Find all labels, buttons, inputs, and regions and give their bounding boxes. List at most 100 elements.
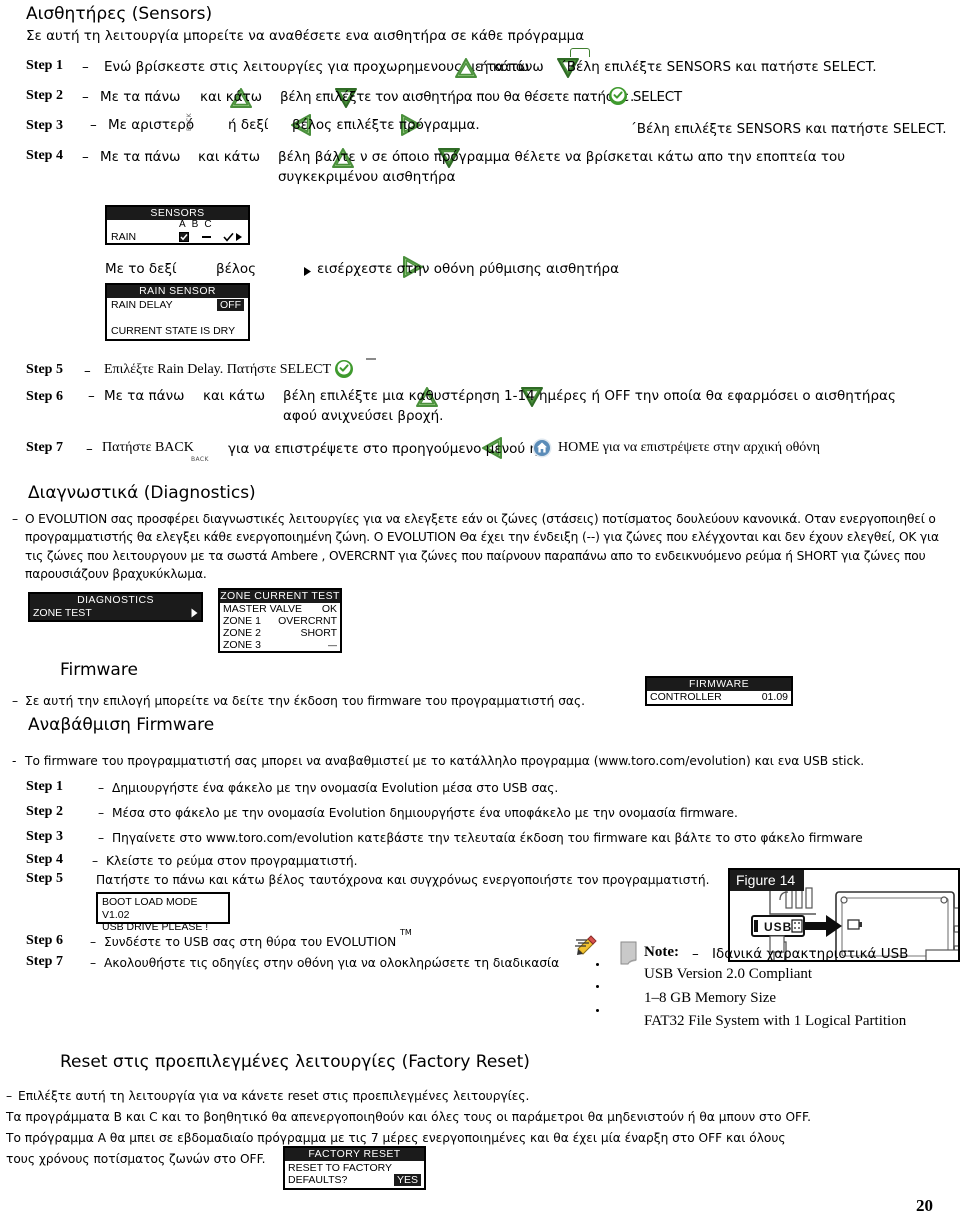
step-5-label: Step 5 <box>26 362 63 377</box>
diagnostics-heading: Διαγνωστικά (Diagnostics) <box>28 483 256 503</box>
diagnostics-dash: – <box>12 512 19 526</box>
upgrade-step-3-text: Πηγαίνετε στο www.toro.com/evolution κατ… <box>112 831 863 845</box>
lcd-firmware-value: 01.09 <box>761 691 788 703</box>
note-title: Ιδανικά χαρακτηριστικά USB <box>712 946 909 962</box>
lcd-boot-load-line1: BOOT LOAD MODE V1.02 <box>102 896 198 921</box>
step-1-text-c: ´Βέλη επιλέξτε SENSORS και πατήστε SELEC… <box>560 59 877 75</box>
bullet-dot <box>596 1009 599 1012</box>
step-7-text-b: για να επιστρέψετε στο προηγούμενο μενού… <box>228 441 539 457</box>
bracket-decoration <box>570 48 590 57</box>
checkbox-checked-icon[interactable] <box>179 232 189 245</box>
right-arrow-icon[interactable] <box>191 608 198 622</box>
note-item: USB Version 2.0 Compliant <box>644 966 813 982</box>
lcd-sensors-row-label: RAIN <box>111 231 137 243</box>
factory-reset-heading: Reset στις προεπιλεγμένες λειτουργίες (F… <box>60 1052 530 1072</box>
lcd-factory-reset: FACTORY RESET RESET TO FACTORY DEFAULTS?… <box>283 1146 426 1190</box>
upgrade-step-6-dash: – <box>90 935 97 949</box>
step-3-dash: – <box>90 117 97 133</box>
lcd-diagnostics-row-zone-test[interactable]: ZONE TEST <box>30 607 201 620</box>
firmware-heading: Firmware <box>60 660 138 680</box>
up-arrow-icon[interactable] <box>455 58 477 78</box>
note-item: FAT32 File System with 1 Logical Partiti… <box>644 1013 907 1029</box>
upgrade-heading: Αναβάθμιση Firmware <box>28 715 215 735</box>
figure-14-tag: Figure 14 <box>730 870 805 891</box>
upgrade-step-3-dash: – <box>98 831 105 845</box>
lcd-firmware-title: FIRMWARE <box>647 678 791 691</box>
lcd-col-a: A <box>179 219 192 230</box>
step-6-text-a: Με τα πάνω <box>104 388 185 404</box>
step-6-text-c: βέλη επιλέξτε μια καθυστέρηση 1-14 ημέρε… <box>283 388 896 404</box>
step-4-dash: – <box>82 149 89 165</box>
factory-reset-line-2: Τα προγράμματα Β και C και το βοηθητικό … <box>6 1110 811 1124</box>
lcd-firmware: FIRMWARE CONTROLLER 01.09 <box>645 676 793 706</box>
row-value: OVERCRNT <box>278 615 337 627</box>
step-4-label: Step 4 <box>26 148 63 163</box>
lcd-factory-reset-line2[interactable]: DEFAULTS? YES <box>288 1174 421 1186</box>
upgrade-dash: - <box>12 754 17 768</box>
table-row: MASTER VALVE OK <box>223 603 337 615</box>
lcd-firmware-row: CONTROLLER 01.09 <box>650 691 788 703</box>
step-6-text-d: αφού ανιχνεύσει βροχή. <box>283 408 444 424</box>
small-right-arrow-icon <box>303 262 312 281</box>
upgrade-step-7-label: Step 7 <box>26 954 63 969</box>
diagnostics-paragraph: Ο EVOLUTION σας προσφέρει διαγνωστικές λ… <box>25 512 939 581</box>
upgrade-step-7-dash: – <box>90 956 97 970</box>
step-4-text-b: και κάτω <box>198 149 261 165</box>
step-1-label: Step 1 <box>26 58 63 73</box>
bullet-dot <box>596 985 599 988</box>
table-row: ZONE 1 OVERCRNT <box>223 615 337 627</box>
upgrade-step-3-label: Step 3 <box>26 829 63 844</box>
step-6-label: Step 6 <box>26 389 63 404</box>
factory-reset-line-3: Το πρόγραμμα Α θα μπει σε εβδομαδιαίο πρ… <box>6 1131 786 1145</box>
step-5-text: Επιλέξτε Rain Delay. Πατήστε SELECT <box>104 362 332 377</box>
step-4-text-a: Με τα πάνω <box>100 149 181 165</box>
home-button-icon[interactable] <box>532 438 552 462</box>
lcd-rain-sensor: RAIN SENSOR RAIN DELAY OFF CURRENT STATE… <box>105 283 250 341</box>
right-arrow-line-text-b: βέλος <box>216 261 257 277</box>
lcd-rain-sensor-title: RAIN SENSOR <box>107 285 248 298</box>
trademark-superscript: TM <box>400 928 412 937</box>
select-button-icon[interactable] <box>608 86 628 110</box>
lcd-rain-delay-value: OFF <box>217 299 244 311</box>
back-caption: BACK <box>191 456 209 463</box>
firmware-dash: – <box>12 694 19 708</box>
dash-icon <box>202 236 211 238</box>
lcd-boot-load: BOOT LOAD MODE V1.02 USB DRIVE PLEASE ! <box>96 892 230 933</box>
step-3-text-a: Με αριστερό <box>108 117 195 133</box>
pencil-icon <box>575 935 599 961</box>
row-label: ZONE 2 <box>223 627 261 639</box>
step-1-text-b: ή κάτω <box>480 59 530 75</box>
lcd-factory-reset-title: FACTORY RESET <box>285 1148 424 1161</box>
step-4-text-d: συγκεκριμένου αισθητήρα <box>278 169 456 185</box>
lcd-zone-current-test-title: ZONE CURRENT TEST <box>220 590 340 603</box>
step-7-text-a: Πατήστε BACK <box>102 440 194 455</box>
upgrade-step-5-label: Step 5 <box>26 871 63 886</box>
step-3-label: Step 3 <box>26 118 63 133</box>
step-6-text-b: και κάτω <box>203 388 266 404</box>
lcd-rain-delay-label: RAIN DELAY <box>111 299 173 311</box>
note-label: Note: <box>644 944 679 960</box>
lcd-sensors: SENSORS ABC RAIN <box>105 205 250 245</box>
lcd-rain-delay-row[interactable]: RAIN DELAY OFF <box>111 299 244 311</box>
step-6-dash: – <box>88 388 95 404</box>
lcd-zone-test-label: ZONE TEST <box>33 607 92 619</box>
lcd-col-c: C <box>204 219 218 230</box>
upgrade-step-1-dash: – <box>98 781 105 795</box>
svg-text:USB: USB <box>764 920 792 934</box>
note-page-icon <box>618 940 640 970</box>
step-3-text-b: ή δεξί <box>228 117 269 133</box>
lcd-zone-current-test: ZONE CURRENT TEST MASTER VALVE OK ZONE 1… <box>218 588 342 653</box>
check-arrow-icon[interactable] <box>223 232 243 245</box>
lcd-col-b: B <box>191 219 205 230</box>
note-item: 1–8 GB Memory Size <box>644 990 777 1006</box>
upgrade-step-2-label: Step 2 <box>26 804 63 819</box>
tick-decoration <box>366 358 376 360</box>
lcd-factory-reset-value: YES <box>393 1174 421 1186</box>
select-button-icon[interactable] <box>334 359 354 383</box>
row-value: OK <box>321 603 337 615</box>
step-1-text-a: Ενώ βρίσκεστε στις λειτουργίες για προχω… <box>104 59 544 75</box>
upgrade-intro: Το firmware του προγραμματιστή σας μπορε… <box>25 754 865 768</box>
right-arrow-line-text-a: Με το δεξί <box>105 261 177 277</box>
step-2-text-b: και κάτω <box>200 89 263 105</box>
factory-reset-line-4: τους χρόνους ποτίσματος ζωνών στο OFF. <box>6 1152 266 1166</box>
